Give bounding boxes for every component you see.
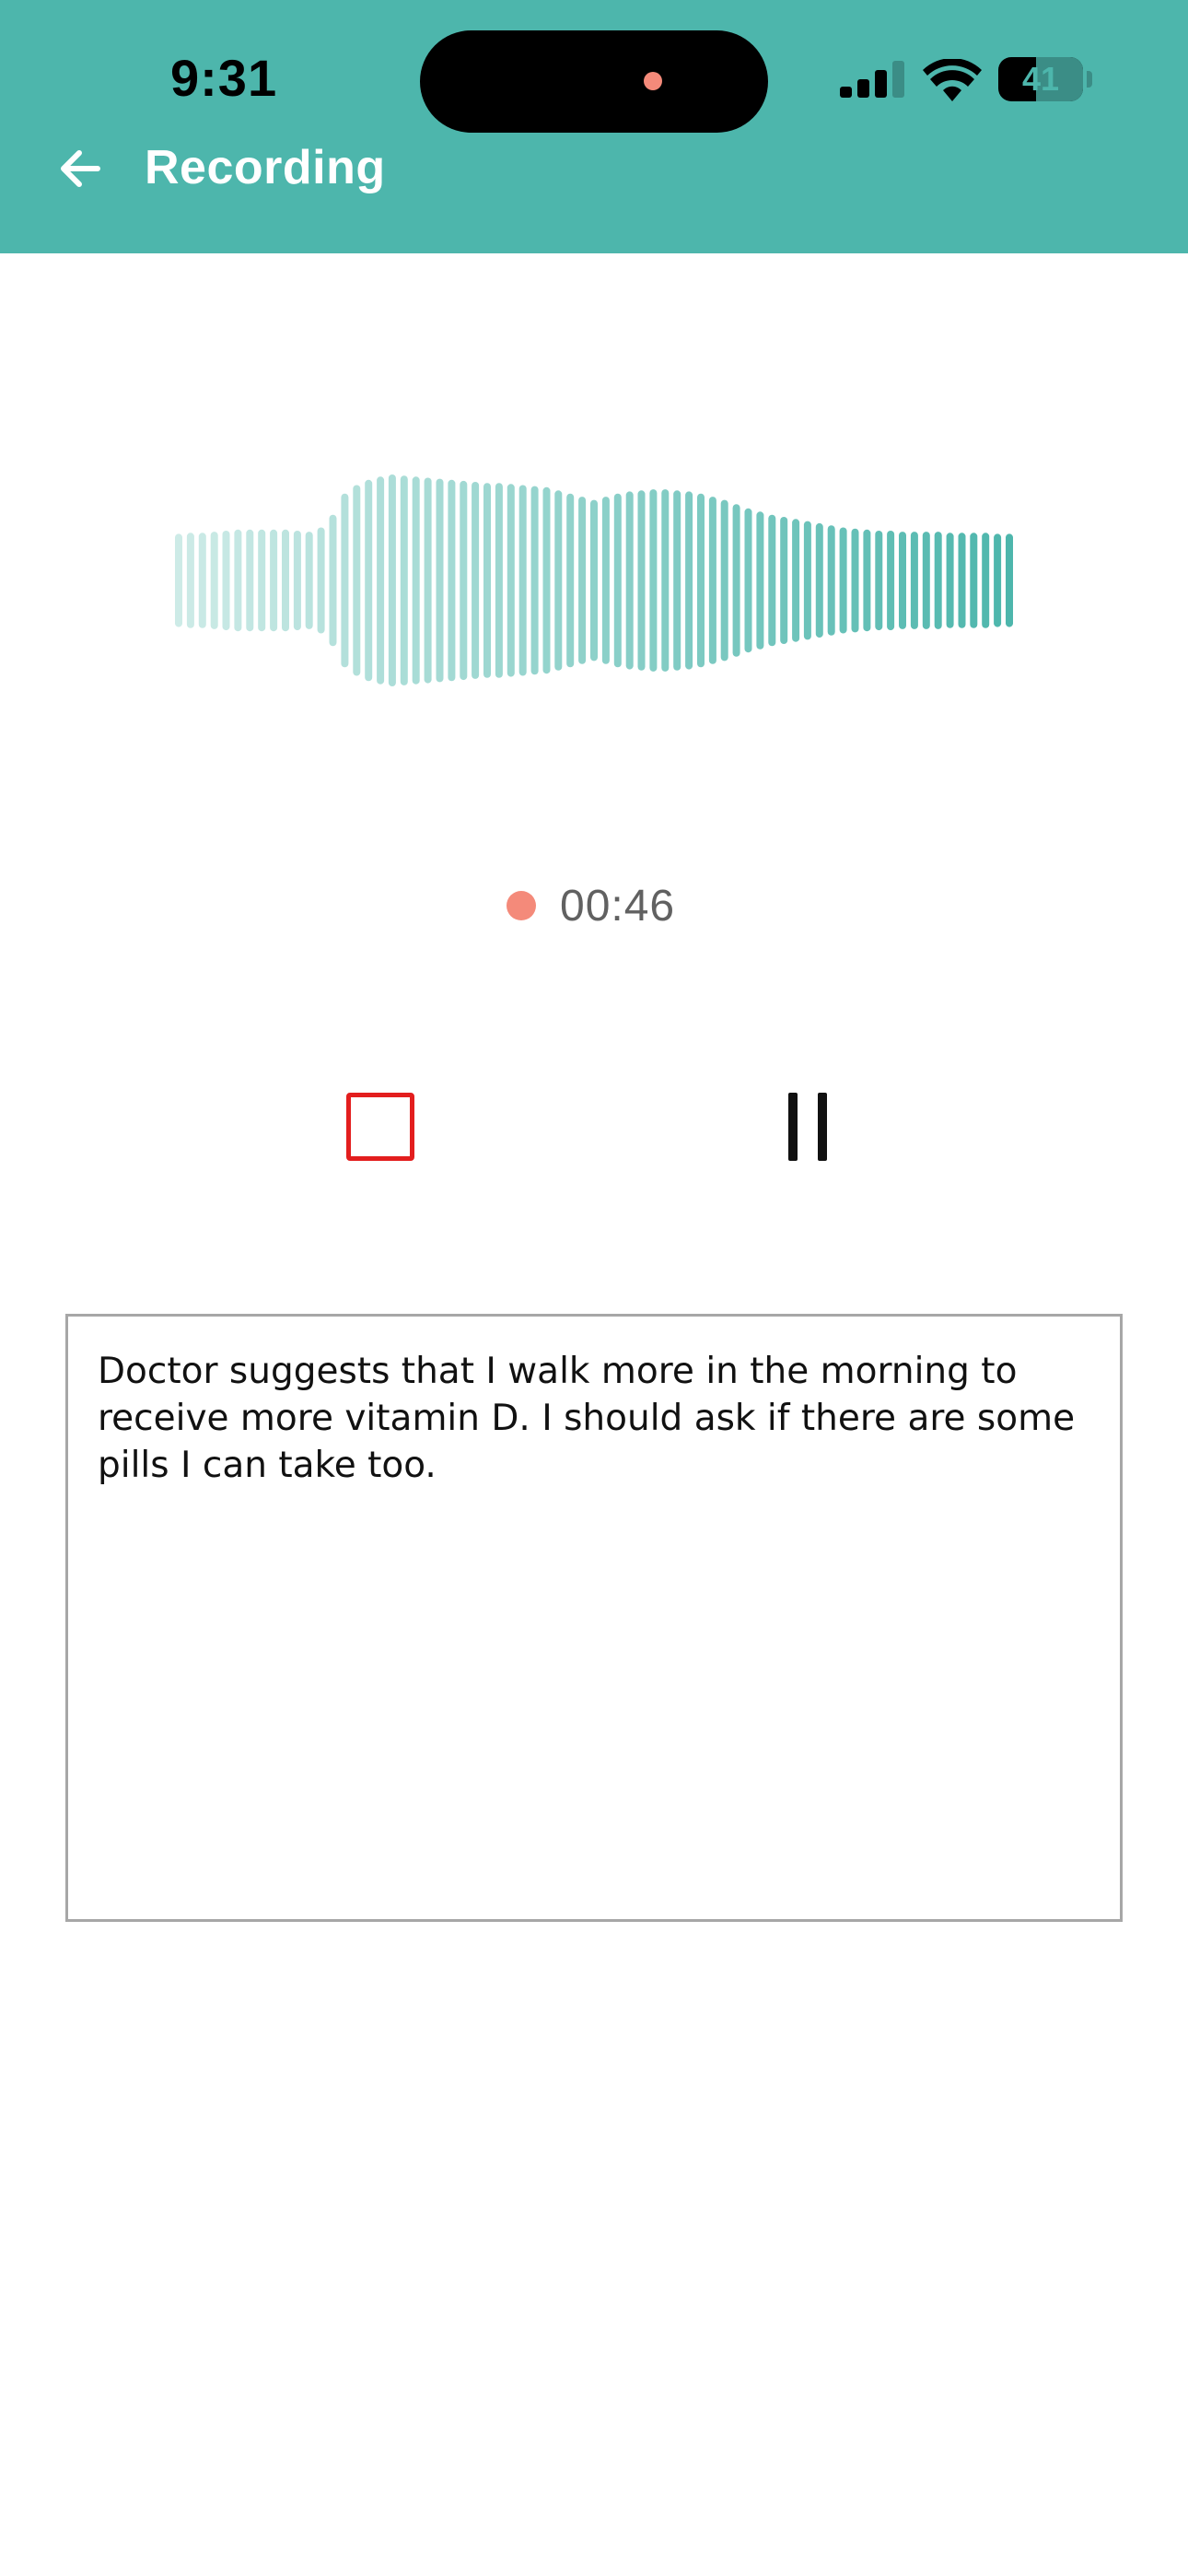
waveform-bar — [708, 497, 716, 664]
waveform-bar — [768, 514, 776, 647]
waveform-bar — [863, 529, 871, 632]
waveform-bar — [673, 490, 681, 671]
waveform-bar — [851, 528, 859, 633]
recording-dot-icon — [507, 891, 536, 920]
waveform-bar — [720, 499, 728, 662]
recording-timer: 00:46 — [507, 875, 675, 936]
waveform-bar — [827, 525, 835, 636]
waveform-bar — [625, 491, 634, 670]
battery-cap — [1087, 71, 1092, 88]
waveform-bar — [601, 497, 610, 664]
audio-waveform — [175, 474, 1013, 686]
page-title: Recording — [145, 141, 386, 194]
waveform-bar — [875, 531, 883, 631]
waveform-bar — [756, 511, 764, 650]
recording-indicator-dot — [644, 72, 662, 90]
waveform-bar — [982, 533, 990, 628]
waveform-bar — [270, 529, 278, 632]
waveform-bar — [507, 484, 515, 677]
waveform-bar — [388, 474, 396, 686]
waveform-bar — [637, 490, 646, 671]
waveform-bar — [566, 493, 575, 668]
transcript-notes-field[interactable]: Doctor suggests that I walk more in the … — [65, 1314, 1123, 1922]
waveform-bar — [424, 477, 432, 684]
waveform-bar — [910, 532, 918, 629]
dynamic-island — [420, 30, 768, 133]
stop-button[interactable] — [332, 1078, 429, 1176]
waveform-bar — [649, 489, 658, 672]
pause-icon — [788, 1093, 798, 1161]
waveform-bar — [282, 529, 289, 632]
waveform-bar — [1006, 533, 1013, 627]
waveform-bar — [246, 529, 254, 632]
waveform-bar — [887, 531, 895, 631]
waveform-bar — [377, 476, 385, 685]
elapsed-time: 00:46 — [560, 881, 676, 931]
cellular-signal-icon — [840, 61, 904, 98]
wifi-icon — [923, 59, 982, 101]
waveform-bar — [329, 514, 337, 647]
waveform-bar — [436, 478, 444, 683]
status-time: 9:31 — [170, 49, 278, 107]
waveform-bar — [946, 533, 954, 628]
waveform-bar — [518, 485, 527, 676]
waveform-bar — [613, 493, 622, 668]
waveform-bar — [258, 529, 266, 632]
stop-icon — [346, 1093, 414, 1161]
waveform-bar — [483, 483, 491, 678]
waveform-bar — [175, 533, 182, 627]
waveform-bar — [661, 489, 670, 672]
waveform-bar — [353, 485, 361, 676]
waveform-bar — [590, 499, 598, 662]
waveform-bar — [803, 521, 811, 640]
waveform-bar — [685, 491, 693, 670]
battery-icon: 41 — [998, 57, 1083, 101]
waveform-bar — [365, 479, 373, 682]
waveform-bar — [542, 486, 551, 674]
waveform-bar — [780, 517, 788, 644]
app-header: 9:31 41 Recording — [0, 0, 1188, 253]
waveform-bar — [815, 522, 823, 638]
waveform-bar — [400, 475, 408, 685]
pause-button[interactable] — [759, 1078, 856, 1176]
waveform-bar — [792, 519, 800, 642]
back-arrow-icon[interactable] — [52, 138, 112, 199]
waveform-bar — [210, 532, 218, 629]
waveform-bar — [448, 479, 456, 682]
waveform-bar — [899, 532, 906, 629]
waveform-bar — [317, 527, 325, 634]
waveform-bar — [839, 527, 847, 634]
waveform-bar — [495, 483, 503, 678]
waveform-bar — [234, 529, 242, 632]
waveform-bar — [341, 493, 349, 668]
waveform-bar — [970, 533, 978, 628]
waveform-bar — [305, 532, 313, 629]
waveform-bar — [472, 482, 480, 679]
waveform-bar — [186, 533, 194, 628]
waveform-bar — [922, 532, 930, 629]
waveform-bar — [412, 476, 420, 685]
waveform-bar — [994, 533, 1002, 627]
waveform-bar — [293, 531, 301, 631]
waveform-bar — [732, 504, 740, 657]
waveform-bar — [934, 532, 942, 629]
waveform-bar — [554, 490, 563, 671]
waveform-bar — [744, 508, 752, 653]
waveform-bar — [958, 533, 966, 628]
waveform-bar — [578, 497, 587, 664]
waveform-bar — [530, 486, 539, 675]
waveform-bar — [198, 533, 206, 628]
waveform-bar — [697, 493, 705, 668]
waveform-bar — [460, 480, 468, 681]
waveform-bar — [222, 531, 230, 631]
battery-level: 41 — [1021, 60, 1060, 98]
